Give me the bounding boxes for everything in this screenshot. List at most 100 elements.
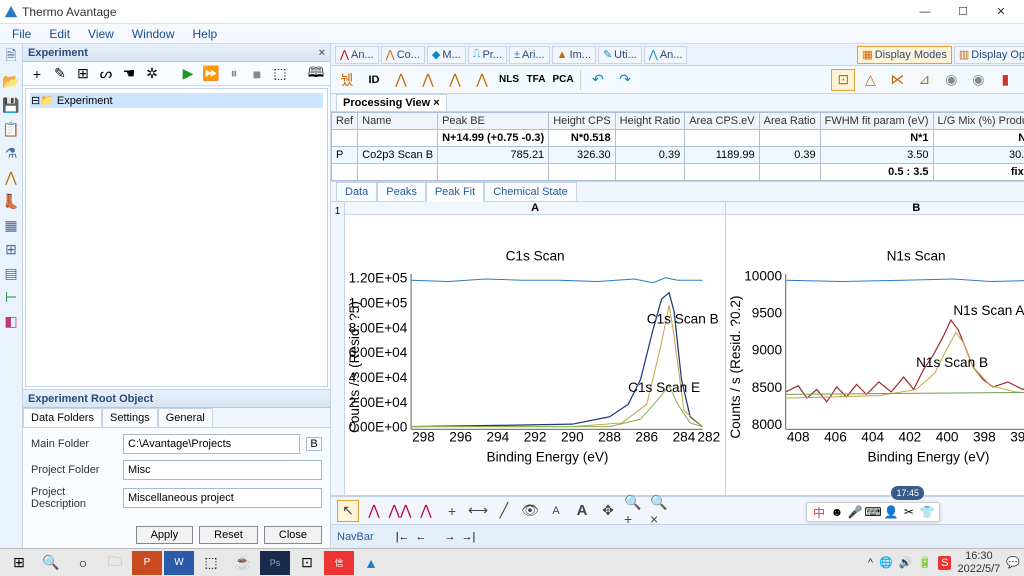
th-height-ratio[interactable]: Height Ratio	[615, 113, 685, 130]
nav-first-icon[interactable]: |←	[396, 531, 410, 543]
pause-icon[interactable]: ⏸	[225, 65, 243, 83]
text-large-tool[interactable]: A	[571, 500, 593, 522]
link-icon[interactable]: ᔕ	[97, 65, 115, 83]
rail-extra-icon[interactable]: ◧	[0, 312, 22, 330]
tb-word-icon[interactable]: W	[164, 551, 194, 575]
ib-bars-icon[interactable]: ▥	[1020, 69, 1024, 91]
rail-3d-icon[interactable]: ▦	[0, 216, 22, 234]
ib-chart4-icon[interactable]: ⊿	[912, 69, 936, 91]
rail-save-icon[interactable]: 💾	[0, 96, 22, 114]
text-small-tool[interactable]: A	[545, 500, 567, 522]
rail-grid-icon[interactable]: ⊞	[0, 240, 22, 258]
th-name[interactable]: Name	[358, 113, 438, 130]
ribbon-an2[interactable]: ⋀An...	[644, 46, 688, 64]
zoom-out-tool[interactable]: 🔍×	[649, 500, 671, 522]
tb-app1-icon[interactable]: ⬚	[196, 551, 226, 575]
ribbon-uti[interactable]: ✎Uti...	[598, 46, 642, 64]
ib-tfa-icon[interactable]: TFA	[524, 69, 548, 91]
pointer-tool[interactable]: ↖	[337, 500, 359, 522]
grid-icon[interactable]: ⊞	[74, 65, 92, 83]
menu-help[interactable]: Help	[189, 25, 222, 43]
ribbon-display-modes[interactable]: ▦Display Modes	[857, 46, 952, 64]
hand-icon[interactable]: ☚	[120, 65, 138, 83]
stop-icon[interactable]: ■	[248, 65, 266, 83]
crosshair-tool[interactable]: +	[441, 500, 463, 522]
double-peak-tool[interactable]: ⋀⋀	[389, 500, 411, 522]
tab-data-folders[interactable]: Data Folders	[23, 408, 102, 427]
ib-chart3-icon[interactable]: ⋉	[885, 69, 909, 91]
subtab-peak-fit[interactable]: Peak Fit	[426, 182, 484, 202]
tab-general[interactable]: General	[158, 408, 213, 427]
tray-ime-icon[interactable]: S	[938, 556, 951, 570]
nav-next-icon[interactable]: →	[445, 531, 456, 543]
tree-root-item[interactable]: ⊟📁 Experiment	[30, 93, 323, 108]
zoom-in-tool[interactable]: 🔍+	[623, 500, 645, 522]
wand-icon[interactable]: ✎	[51, 65, 69, 83]
tb-ps-icon[interactable]: Ps	[260, 551, 290, 575]
ib-undo-icon[interactable]: ↶	[586, 69, 610, 91]
tb-ppt-icon[interactable]: P	[132, 551, 162, 575]
eye-tool[interactable]: 👁	[519, 500, 541, 522]
rail-palette-icon[interactable]: ▤	[0, 264, 22, 282]
ribbon-ari[interactable]: ±Ari...	[509, 46, 550, 64]
tb-avantage-icon[interactable]: ▲	[356, 551, 386, 575]
nav-prev-icon[interactable]: ←	[416, 531, 427, 543]
tab-settings[interactable]: Settings	[102, 408, 158, 427]
apply-button[interactable]: Apply	[136, 526, 194, 544]
reset-button[interactable]: Reset	[199, 526, 258, 544]
th-height-cps[interactable]: Height CPS	[549, 113, 615, 130]
close-window-button[interactable]: ✕	[982, 1, 1020, 23]
th-peak-be[interactable]: Peak BE	[438, 113, 549, 130]
ib-disc2-icon[interactable]: ◉	[966, 69, 990, 91]
ib-survey-icon[interactable]: 뉐	[335, 69, 359, 91]
ib-peak3-icon[interactable]: ⋀	[443, 69, 467, 91]
chart-pane-b[interactable]: B N1s Scan Counts / s (Resid. ?0.2) Bind…	[726, 202, 1024, 495]
gear-icon[interactable]: ✲	[143, 65, 161, 83]
range-tool[interactable]: ⟷	[467, 500, 489, 522]
ib-chart1-icon[interactable]: ⊡	[831, 69, 855, 91]
tb-folder-icon[interactable]: 🗀	[100, 551, 130, 575]
nav-last-icon[interactable]: →|	[462, 531, 476, 543]
ime-bubble[interactable]: 中☻🎤 ⌨👤✂👕	[806, 502, 940, 522]
maximize-button[interactable]: ☐	[944, 1, 982, 23]
start-button[interactable]: ⊞	[4, 551, 34, 575]
subtab-data[interactable]: Data	[336, 182, 377, 202]
add-icon[interactable]: +	[28, 65, 46, 83]
tray-net-icon[interactable]: 🌐	[879, 556, 893, 569]
ribbon-m[interactable]: ◆M...	[427, 46, 466, 64]
rail-print-icon[interactable]: 📋	[0, 120, 22, 138]
record-icon[interactable]: ⬚	[271, 65, 289, 83]
tray-up-icon[interactable]: ^	[868, 557, 873, 569]
experiment-close-icon[interactable]: ×	[319, 47, 325, 59]
ribbon-im[interactable]: ▲Im...	[552, 46, 596, 64]
menu-file[interactable]: File	[8, 25, 35, 43]
processing-view-tab[interactable]: Processing View ×	[336, 94, 447, 112]
chart-pane-a[interactable]: A C1s Scan Counts / s (Resid. ?5) Bindin…	[345, 202, 726, 495]
main-folder-input[interactable]	[123, 434, 300, 454]
play-all-icon[interactable]: ⏩	[202, 65, 220, 83]
tray-bat-icon[interactable]: 🔋	[918, 556, 932, 569]
rail-tree-icon[interactable]: ⊢	[0, 288, 22, 306]
data-row[interactable]: P Co2p3 Scan B 785.21 326.30 0.39 1189.9…	[332, 147, 1024, 164]
ib-peak1-icon[interactable]: ⋀	[389, 69, 413, 91]
tb-app2-icon[interactable]: ☕	[228, 551, 258, 575]
ib-disc-icon[interactable]: ◉	[939, 69, 963, 91]
move-tool[interactable]: ✥	[597, 500, 619, 522]
ib-redo-icon[interactable]: ↷	[613, 69, 637, 91]
close-button[interactable]: Close	[264, 526, 322, 544]
minimize-button[interactable]: —	[906, 1, 944, 23]
rail-new-icon[interactable]: 🗎	[0, 48, 22, 66]
subtab-peaks[interactable]: Peaks	[377, 182, 426, 202]
ib-pca-icon[interactable]: PCA	[551, 69, 575, 91]
th-area-ratio[interactable]: Area Ratio	[759, 113, 820, 130]
book-icon[interactable]: 🕮	[307, 65, 325, 83]
ribbon-an[interactable]: ⋀An...	[335, 46, 379, 64]
th-fwhm[interactable]: FWHM fit param (eV)	[820, 113, 933, 130]
play-icon[interactable]: ▶	[179, 65, 197, 83]
data-table-wrap[interactable]: Ref Name Peak BE Height CPS Height Ratio…	[331, 112, 1024, 182]
tray-notif-icon[interactable]: 💬	[1006, 556, 1020, 569]
menu-view[interactable]: View	[84, 25, 118, 43]
browse-button[interactable]: B	[306, 437, 322, 451]
menu-edit[interactable]: Edit	[45, 25, 74, 43]
rail-profile-icon[interactable]: 👢	[0, 192, 22, 210]
